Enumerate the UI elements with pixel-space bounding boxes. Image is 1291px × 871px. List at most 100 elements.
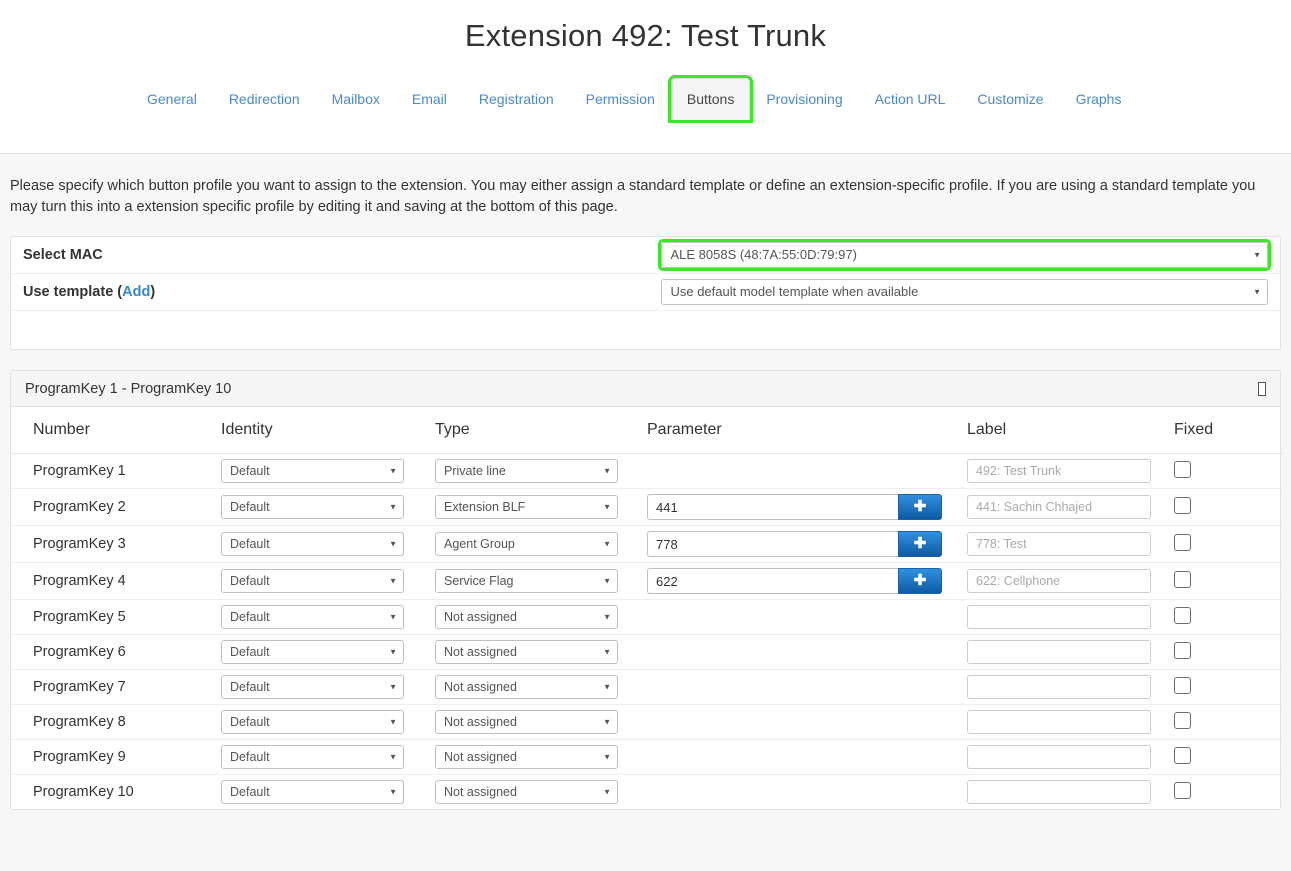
fixed-checkbox[interactable] (1174, 496, 1191, 514)
select-mac-value[interactable]: ALE 8058S (48:7A:55:0D:79:97) (661, 242, 1268, 268)
fixed-checkbox[interactable] (1174, 533, 1191, 551)
type-value[interactable]: Service Flag (435, 569, 618, 593)
identity-dropdown[interactable]: Default ▼ (221, 710, 404, 734)
use-template-dropdown[interactable]: Use default model template when availabl… (661, 279, 1268, 305)
identity-value[interactable]: Default (221, 532, 404, 556)
type-dropdown[interactable]: Service Flag ▼ (435, 569, 618, 593)
label-input[interactable] (967, 675, 1151, 699)
label-input[interactable] (967, 640, 1151, 664)
row-label-cell (967, 775, 1174, 810)
row-identity-cell: Default ▼ (221, 599, 435, 635)
identity-value[interactable]: Default (221, 569, 404, 593)
use-template-value[interactable]: Use default model template when availabl… (661, 279, 1268, 305)
type-value[interactable]: Agent Group (435, 532, 618, 556)
row-number-cell: ProgramKey 8 (11, 704, 221, 740)
type-dropdown[interactable]: Not assigned ▼ (435, 710, 618, 734)
plus-icon[interactable]: ✚ (898, 568, 942, 594)
tab-registration[interactable]: Registration (463, 78, 570, 120)
row-number-cell: ProgramKey 9 (11, 739, 221, 775)
identity-dropdown[interactable]: Default ▼ (221, 495, 404, 519)
identity-dropdown[interactable]: Default ▼ (221, 605, 404, 629)
label-input[interactable] (967, 605, 1151, 629)
tab-provisioning[interactable]: Provisioning (750, 78, 858, 120)
identity-dropdown[interactable]: Default ▼ (221, 569, 404, 593)
type-value[interactable]: Private line (435, 459, 618, 483)
type-value[interactable]: Not assigned (435, 640, 618, 664)
identity-value[interactable]: Default (221, 745, 404, 769)
label-input[interactable] (967, 710, 1151, 734)
type-dropdown[interactable]: Private line ▼ (435, 459, 618, 483)
tab-mailbox[interactable]: Mailbox (316, 78, 396, 120)
identity-value[interactable]: Default (221, 640, 404, 664)
plus-icon[interactable]: ✚ (898, 494, 942, 520)
fixed-checkbox[interactable] (1174, 460, 1191, 478)
type-value[interactable]: Extension BLF (435, 495, 618, 519)
row-label-cell (967, 669, 1174, 705)
fixed-checkbox[interactable] (1174, 781, 1191, 799)
type-dropdown[interactable]: Extension BLF ▼ (435, 495, 618, 519)
type-value[interactable]: Not assigned (435, 710, 618, 734)
label-input[interactable] (967, 745, 1151, 769)
fixed-checkbox[interactable] (1174, 711, 1191, 729)
identity-dropdown[interactable]: Default ▼ (221, 780, 404, 804)
type-dropdown[interactable]: Not assigned ▼ (435, 640, 618, 664)
type-dropdown[interactable]: Not assigned ▼ (435, 780, 618, 804)
row-fixed-cell (1174, 562, 1284, 600)
label-input[interactable] (967, 780, 1151, 804)
identity-dropdown[interactable]: Default ▼ (221, 745, 404, 769)
parameter-group: ✚ (647, 494, 942, 520)
tab-customize[interactable]: Customize (961, 78, 1059, 120)
row-number-label: ProgramKey 1 (33, 463, 126, 479)
label-input[interactable] (967, 459, 1151, 483)
tab-bar: General Redirection Mailbox Email Registrati… (0, 58, 1291, 154)
table-row: ProgramKey 8 Default ▼ Not assigned ▼ (11, 704, 1284, 740)
parameter-input[interactable] (647, 531, 898, 557)
tab-graphs[interactable]: Graphs (1060, 78, 1138, 120)
identity-value[interactable]: Default (221, 675, 404, 699)
fixed-checkbox[interactable] (1174, 570, 1191, 588)
identity-dropdown[interactable]: Default ▼ (221, 459, 404, 483)
identity-value[interactable]: Default (221, 780, 404, 804)
type-value[interactable]: Not assigned (435, 605, 618, 629)
parameter-input[interactable] (647, 494, 898, 520)
identity-dropdown[interactable]: Default ▼ (221, 532, 404, 556)
type-dropdown[interactable]: Not assigned ▼ (435, 675, 618, 699)
row-type-cell: Not assigned ▼ (435, 669, 647, 705)
tab-buttons[interactable]: Buttons (670, 78, 751, 120)
identity-value[interactable]: Default (221, 495, 404, 519)
programkey-panel-title: ProgramKey 1 - ProgramKey 10 (25, 380, 232, 397)
plus-icon[interactable]: ✚ (898, 531, 942, 557)
parameter-input[interactable] (647, 568, 898, 594)
label-input[interactable] (967, 532, 1151, 556)
identity-value[interactable]: Default (221, 710, 404, 734)
label-input[interactable] (967, 495, 1151, 519)
type-value[interactable]: Not assigned (435, 675, 618, 699)
fixed-checkbox[interactable] (1174, 676, 1191, 694)
type-dropdown[interactable]: Agent Group ▼ (435, 532, 618, 556)
row-number-label: ProgramKey 4 (33, 573, 126, 589)
tab-general[interactable]: General (131, 78, 213, 120)
tab-action-url[interactable]: Action URL (859, 78, 962, 120)
type-dropdown[interactable]: Not assigned ▼ (435, 745, 618, 769)
identity-dropdown[interactable]: Default ▼ (221, 640, 404, 664)
type-value[interactable]: Not assigned (435, 780, 618, 804)
select-mac-dropdown[interactable]: ALE 8058S (48:7A:55:0D:79:97) ▼ (661, 242, 1268, 268)
identity-value[interactable]: Default (221, 605, 404, 629)
row-type-cell: Extension BLF ▼ (435, 488, 647, 526)
tab-permission[interactable]: Permission (570, 78, 671, 120)
add-template-link[interactable]: Add (122, 284, 150, 300)
fixed-checkbox[interactable] (1174, 606, 1191, 624)
fixed-checkbox[interactable] (1174, 746, 1191, 764)
type-dropdown[interactable]: Not assigned ▼ (435, 605, 618, 629)
tofu-icon[interactable] (1258, 381, 1266, 396)
tab-redirection[interactable]: Redirection (213, 78, 316, 120)
type-value[interactable]: Not assigned (435, 745, 618, 769)
label-input[interactable] (967, 569, 1151, 593)
fixed-checkbox[interactable] (1174, 641, 1191, 659)
identity-dropdown[interactable]: Default ▼ (221, 675, 404, 699)
select-mac-label: Select MAC (23, 247, 103, 263)
tab-email[interactable]: Email (396, 78, 463, 120)
identity-value[interactable]: Default (221, 459, 404, 483)
row-fixed-cell (1174, 599, 1284, 635)
row-type-cell: Not assigned ▼ (435, 739, 647, 775)
